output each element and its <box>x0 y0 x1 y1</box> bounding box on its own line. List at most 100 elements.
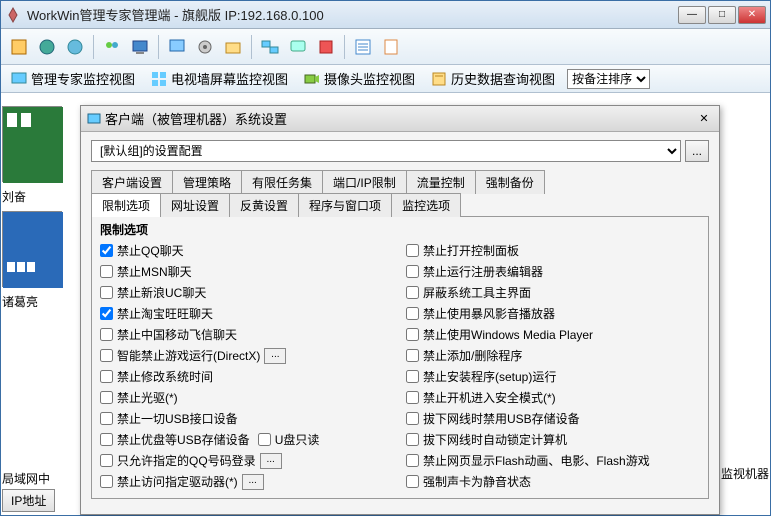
checkbox[interactable] <box>406 412 419 425</box>
tab-流量控制[interactable]: 流量控制 <box>406 170 476 194</box>
check-禁止中国移动飞信聊天[interactable]: 禁止中国移动飞信聊天 <box>100 326 394 343</box>
checkbox[interactable] <box>100 286 113 299</box>
check-禁止一切USB接口设备[interactable]: 禁止一切USB接口设备 <box>100 410 394 427</box>
check-禁止打开控制面板[interactable]: 禁止打开控制面板 <box>406 242 700 259</box>
view-camera-button[interactable]: 摄像头监控视图 <box>300 67 419 90</box>
tab-有限任务集[interactable]: 有限任务集 <box>241 170 323 194</box>
check-label: 只允许指定的QQ号码登录 <box>117 452 256 469</box>
checkbox[interactable] <box>100 433 113 446</box>
toolbar-pc-icon[interactable] <box>128 35 152 59</box>
check-拔下网线时禁用USB存储设备[interactable]: 拔下网线时禁用USB存储设备 <box>406 410 700 427</box>
view-tvwall-button[interactable]: 电视墙屏幕监控视图 <box>147 67 292 90</box>
tab-端口/IP限制[interactable]: 端口/IP限制 <box>322 170 407 194</box>
tab-限制选项[interactable]: 限制选项 <box>91 193 161 217</box>
restrict-group: 限制选项 禁止QQ聊天禁止MSN聊天禁止新浪UC聊天禁止淘宝旺旺聊天禁止中国移动… <box>91 216 709 499</box>
toolbar-chat-icon[interactable] <box>286 35 310 59</box>
checkbox[interactable] <box>406 475 419 488</box>
check-禁止使用暴风影音播放器[interactable]: 禁止使用暴风影音播放器 <box>406 305 700 322</box>
thumb-item[interactable]: 刘奋 <box>2 106 82 205</box>
tab-客户端设置[interactable]: 客户端设置 <box>91 170 173 194</box>
toolbar-globe-icon[interactable] <box>35 35 59 59</box>
tab-监控选项[interactable]: 监控选项 <box>391 193 461 217</box>
check-label: 禁止运行注册表编辑器 <box>423 263 543 280</box>
check-label: 禁止使用暴风影音播放器 <box>423 305 555 322</box>
tab-强制备份[interactable]: 强制备份 <box>475 170 545 194</box>
checkbox[interactable] <box>100 328 113 341</box>
left-column: 禁止QQ聊天禁止MSN聊天禁止新浪UC聊天禁止淘宝旺旺聊天禁止中国移动飞信聊天智… <box>100 242 394 490</box>
checkbox[interactable] <box>406 454 419 467</box>
check-禁止网页显示Flash动画、电影、Flash游戏[interactable]: 禁止网页显示Flash动画、电影、Flash游戏 <box>406 452 700 469</box>
check-只允许指定的QQ号码登录[interactable]: 只允许指定的QQ号码登录... <box>100 452 394 469</box>
dots-button[interactable]: ... <box>260 453 282 469</box>
checkbox[interactable] <box>100 370 113 383</box>
toolbar-red-icon[interactable] <box>314 35 338 59</box>
check-禁止使用Windows Media Player[interactable]: 禁止使用Windows Media Player <box>406 326 700 343</box>
check-禁止新浪UC聊天[interactable]: 禁止新浪UC聊天 <box>100 284 394 301</box>
view-history-button[interactable]: 历史数据查询视图 <box>427 67 559 90</box>
toolbar-folder-icon[interactable] <box>221 35 245 59</box>
toolbar-list-icon[interactable] <box>351 35 375 59</box>
toolbar-screens-icon[interactable] <box>258 35 282 59</box>
checkbox[interactable] <box>406 244 419 257</box>
check-智能禁止游戏运行(DirectX)[interactable]: 智能禁止游戏运行(DirectX)... <box>100 347 394 364</box>
tab-网址设置[interactable]: 网址设置 <box>160 193 230 217</box>
tab-程序与窗口项[interactable]: 程序与窗口项 <box>298 193 392 217</box>
dialog-close-button[interactable]: ✕ <box>695 111 713 127</box>
checkbox[interactable] <box>406 349 419 362</box>
toolbar-icon-3[interactable] <box>63 35 87 59</box>
checkbox[interactable] <box>406 286 419 299</box>
dialog-body: [默认组]的设置配置 ... 客户端设置管理策略有限任务集端口/IP限制流量控制… <box>81 132 719 507</box>
check-禁止运行注册表编辑器[interactable]: 禁止运行注册表编辑器 <box>406 263 700 280</box>
config-select[interactable]: [默认组]的设置配置 <box>91 140 681 162</box>
check-禁止开机进入安全模式(*)[interactable]: 禁止开机进入安全模式(*) <box>406 389 700 406</box>
checkbox[interactable] <box>406 307 419 320</box>
check-禁止添加/删除程序[interactable]: 禁止添加/删除程序 <box>406 347 700 364</box>
minimize-button[interactable]: — <box>678 6 706 24</box>
right-cut-label: 监视机器 <box>721 465 769 482</box>
check-禁止优盘等USB存储设备[interactable]: 禁止优盘等USB存储设备U盘只读 <box>100 431 394 448</box>
checkbox[interactable] <box>100 412 113 425</box>
tab-反黄设置[interactable]: 反黄设置 <box>229 193 299 217</box>
config-browse-button[interactable]: ... <box>685 140 709 162</box>
toolbar-users-icon[interactable] <box>100 35 124 59</box>
checkbox[interactable] <box>100 391 113 404</box>
check-columns: 禁止QQ聊天禁止MSN聊天禁止新浪UC聊天禁止淘宝旺旺聊天禁止中国移动飞信聊天智… <box>100 242 700 490</box>
checkbox[interactable] <box>406 370 419 383</box>
dots-button[interactable]: ... <box>264 348 286 364</box>
checkbox[interactable] <box>100 265 113 278</box>
checkbox[interactable] <box>100 454 113 467</box>
check-禁止MSN聊天[interactable]: 禁止MSN聊天 <box>100 263 394 280</box>
checkbox[interactable] <box>406 433 419 446</box>
check-禁止淘宝旺旺聊天[interactable]: 禁止淘宝旺旺聊天 <box>100 305 394 322</box>
toolbar-gear-icon[interactable] <box>193 35 217 59</box>
checkbox[interactable] <box>406 265 419 278</box>
check-禁止安装程序(setup)运行[interactable]: 禁止安装程序(setup)运行 <box>406 368 700 385</box>
check-禁止访问指定驱动器(*)[interactable]: 禁止访问指定驱动器(*)... <box>100 473 394 490</box>
thumb-item[interactable]: 诸葛亮 <box>2 211 82 310</box>
checkbox[interactable] <box>100 307 113 320</box>
ip-address-button[interactable]: IP地址 <box>2 489 55 512</box>
tab-管理策略[interactable]: 管理策略 <box>172 170 242 194</box>
check-禁止QQ聊天[interactable]: 禁止QQ聊天 <box>100 242 394 259</box>
checkbox[interactable] <box>406 391 419 404</box>
checkbox[interactable] <box>100 349 113 362</box>
checkbox[interactable] <box>258 433 271 446</box>
check-强制声卡为静音状态[interactable]: 强制声卡为静音状态 <box>406 473 700 490</box>
thumb-label: 刘奋 <box>2 188 82 205</box>
check-禁止修改系统时间[interactable]: 禁止修改系统时间 <box>100 368 394 385</box>
check-屏蔽系统工具主界面[interactable]: 屏蔽系统工具主界面 <box>406 284 700 301</box>
maximize-button[interactable]: □ <box>708 6 736 24</box>
sort-select[interactable]: 按备注排序 <box>567 69 650 89</box>
checkbox[interactable] <box>406 328 419 341</box>
thumb-preview <box>2 106 62 182</box>
check-拔下网线时自动锁定计算机[interactable]: 拔下网线时自动锁定计算机 <box>406 431 700 448</box>
checkbox[interactable] <box>100 475 113 488</box>
toolbar-doc-icon[interactable] <box>379 35 403 59</box>
checkbox[interactable] <box>100 244 113 257</box>
close-button[interactable]: ✕ <box>738 6 766 24</box>
toolbar-monitor-icon[interactable] <box>165 35 189 59</box>
toolbar-icon-1[interactable] <box>7 35 31 59</box>
dots-button[interactable]: ... <box>242 474 264 490</box>
view-monitor-button[interactable]: 管理专家监控视图 <box>7 67 139 90</box>
check-禁止光驱(*)[interactable]: 禁止光驱(*) <box>100 389 394 406</box>
